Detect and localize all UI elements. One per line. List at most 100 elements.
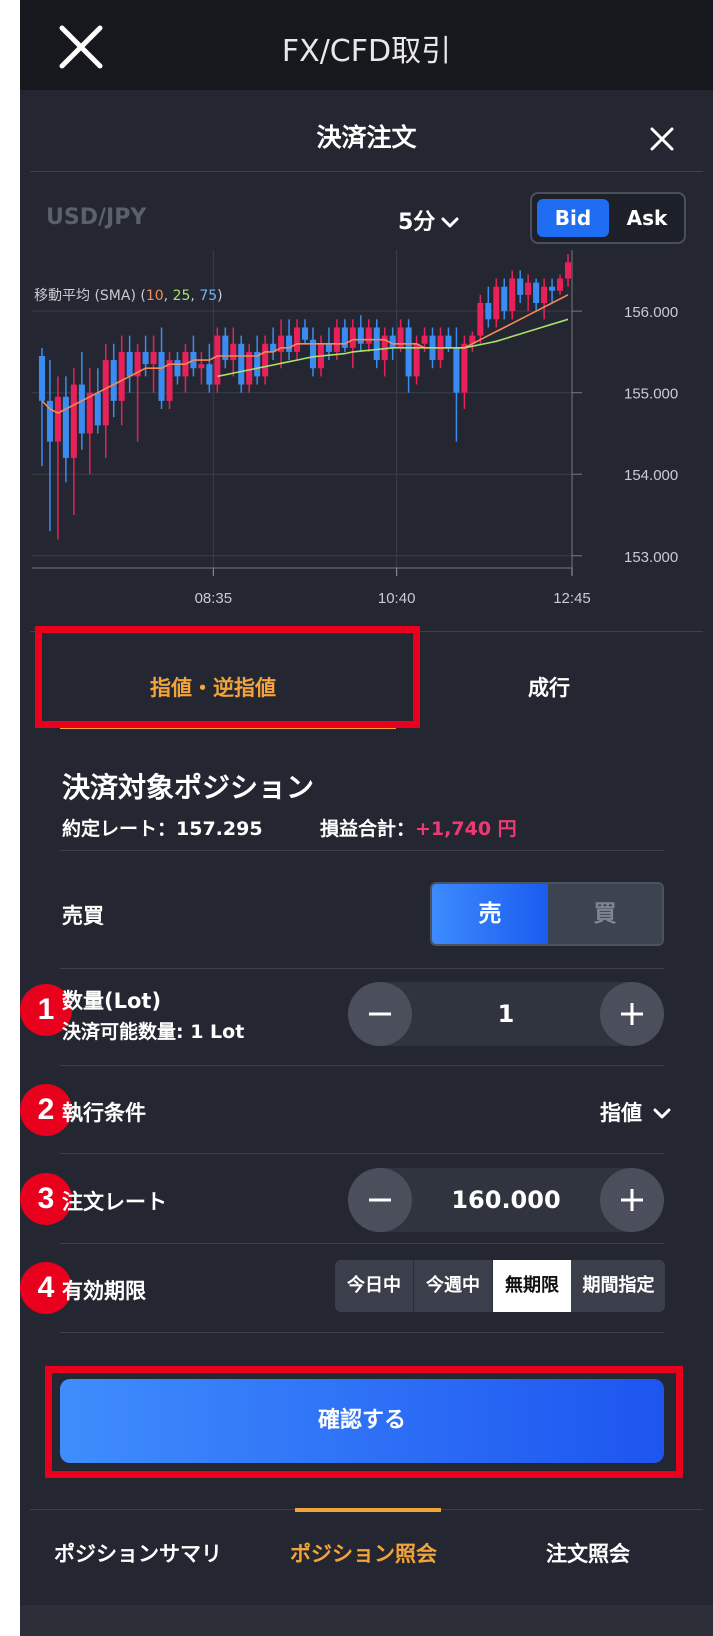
candle-body	[86, 392, 93, 434]
candle-body	[325, 343, 332, 352]
divider	[30, 171, 703, 172]
sell-button[interactable]: 売	[432, 884, 548, 944]
nav-order-inquiry[interactable]: 注文照会	[546, 1538, 630, 1568]
candle-body	[397, 327, 404, 348]
sma-legend-part: 25	[173, 288, 191, 304]
ask-button[interactable]: Ask	[612, 199, 682, 237]
x-tick-label: 08:35	[195, 590, 233, 607]
pnl-total: 損益合計：+1,740 円	[320, 814, 517, 841]
order-rate-value[interactable]: 160.000	[412, 1168, 600, 1232]
close-icon[interactable]	[650, 127, 674, 151]
candle-body	[533, 282, 540, 303]
app-screen: FX/CFD取引 決済注文 USD/JPY 5分 Bid Ask 156.000…	[20, 0, 713, 1636]
position-title: 決済対象ポジション	[62, 771, 315, 804]
nav-position-inquiry[interactable]: ポジション照会	[290, 1538, 437, 1568]
candle-body	[333, 327, 340, 352]
expiry-option-this-week[interactable]: 今週中	[414, 1260, 493, 1312]
candle-body	[262, 343, 269, 377]
candle-body	[517, 278, 524, 295]
bid-ask-toggle: Bid Ask	[530, 192, 686, 244]
sma-legend-part: ,	[190, 288, 199, 304]
order-rate-label: 注文レート	[62, 1190, 167, 1214]
price-chart[interactable]: 156.000 155.000 154.000 153.000 08:35 10:40 12…	[32, 250, 692, 630]
divider	[60, 1065, 664, 1066]
sma-legend: 移動平均 (SMA) (10, 25, 75)	[34, 288, 223, 304]
candle-body	[142, 351, 149, 365]
interval-selector[interactable]: 5分	[398, 204, 459, 236]
tab-market[interactable]: 成行	[528, 672, 570, 702]
sma-legend-part: 75	[199, 288, 217, 304]
candle-body	[118, 351, 125, 401]
candle-body	[541, 286, 548, 303]
candle-body	[286, 335, 293, 352]
candle-body	[373, 327, 380, 361]
candle-body	[126, 351, 133, 377]
x-tick-label: 12:45	[553, 590, 591, 607]
expiry-option-today[interactable]: 今日中	[335, 1260, 414, 1312]
divider	[60, 1153, 664, 1154]
plus-icon	[621, 1189, 643, 1211]
candle-body	[461, 343, 468, 393]
candle-body	[445, 335, 452, 348]
candle-body	[246, 351, 253, 385]
y-tick-label: 154.000	[624, 467, 678, 484]
rate-decrement-button[interactable]	[348, 1168, 412, 1232]
candle-body	[38, 356, 46, 401]
x-tick-label: 10:40	[378, 590, 416, 607]
entry-rate: 約定レート：157.295	[62, 818, 263, 840]
pnl-label: 損益合計：	[320, 818, 416, 840]
candle-body	[389, 335, 396, 348]
bid-button[interactable]: Bid	[537, 199, 609, 237]
candle-body	[166, 360, 173, 401]
y-tick-label: 156.000	[624, 304, 678, 321]
chevron-down-icon	[653, 1108, 671, 1119]
available-quantity: 決済可能数量: 1 Lot	[62, 1021, 245, 1043]
quantity-stepper: 1	[348, 982, 664, 1046]
pnl-value: +1,740 円	[415, 818, 517, 840]
quantity-increment-button[interactable]	[600, 982, 664, 1046]
candle-body	[301, 327, 309, 340]
expiry-segmented-control: 今日中 今週中 無期限 期間指定	[335, 1260, 665, 1312]
candle-body	[477, 303, 484, 336]
candle-body	[230, 343, 237, 361]
candle-body	[294, 327, 301, 352]
app-title: FX/CFD取引	[281, 34, 452, 69]
expiry-label: 有効期限	[62, 1279, 146, 1303]
y-tick-label: 153.000	[624, 549, 678, 566]
candle-body	[110, 360, 117, 401]
side-toggle: 売 買	[430, 882, 664, 946]
candle-body	[70, 384, 77, 458]
quantity-value[interactable]: 1	[412, 982, 600, 1046]
sma-legend-part: )	[217, 288, 222, 304]
y-tick-label: 155.000	[624, 386, 678, 403]
candle-body	[198, 364, 205, 369]
candle-body	[62, 396, 69, 458]
candle-body	[564, 262, 572, 279]
sma-legend-part: ,	[164, 288, 173, 304]
candle-body	[405, 327, 412, 377]
buy-button[interactable]: 買	[548, 884, 662, 944]
candle-body	[485, 303, 492, 320]
rate-increment-button[interactable]	[600, 1168, 664, 1232]
expiry-option-period[interactable]: 期間指定	[572, 1260, 665, 1312]
candle-body	[549, 286, 556, 291]
candle-body	[238, 343, 245, 385]
quantity-decrement-button[interactable]	[348, 982, 412, 1046]
expiry-option-unlimited[interactable]: 無期限	[493, 1260, 571, 1312]
plus-icon	[621, 1003, 643, 1025]
divider	[60, 968, 664, 969]
candle-body	[413, 343, 420, 377]
execution-condition-label: 執行条件	[62, 1101, 146, 1125]
sma-legend-part: 10	[146, 288, 164, 304]
currency-pair: USD/JPY	[46, 205, 147, 230]
execution-condition-value: 指値	[600, 1101, 642, 1125]
execution-condition-select[interactable]: 指値	[600, 1097, 671, 1127]
nav-position-summary[interactable]: ポジションサマリ	[54, 1538, 222, 1568]
candle-body	[357, 327, 364, 344]
highlight-box	[45, 1366, 683, 1478]
candle-body	[365, 327, 372, 344]
minus-icon	[369, 1012, 391, 1016]
active-nav-indicator	[295, 1508, 441, 1512]
candle-body	[78, 384, 85, 434]
interval-label: 5分	[398, 210, 436, 235]
